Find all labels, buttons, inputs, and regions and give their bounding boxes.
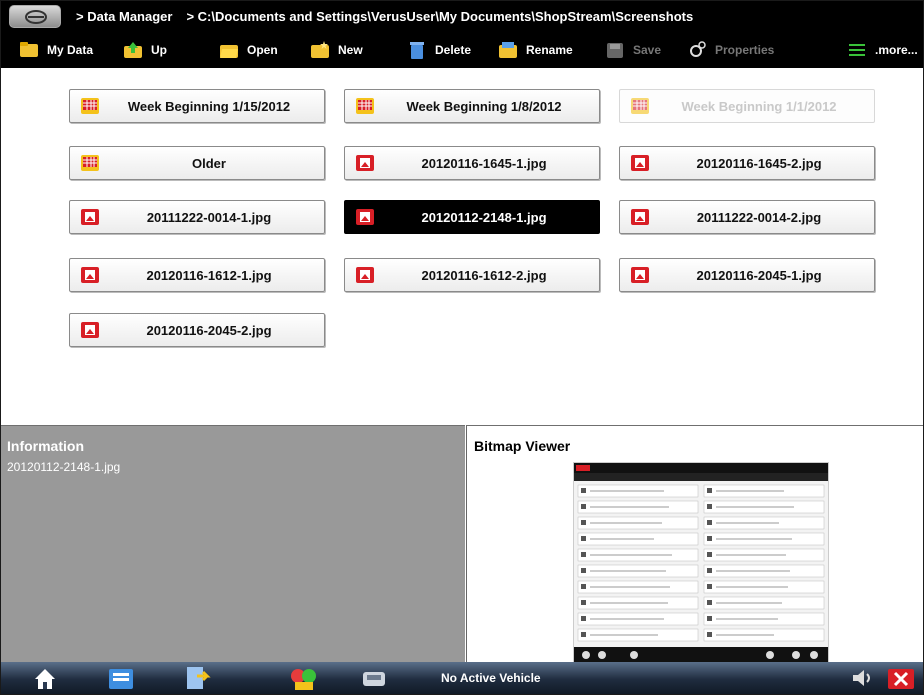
title-bar: > Data Manager > C:\Documents and Setting… (1, 1, 923, 32)
file-label: 20120116-1612-1.jpg (146, 267, 272, 283)
tools-icon (291, 669, 316, 690)
information-heading: Information (7, 438, 84, 454)
image-file-icon (356, 267, 374, 283)
folder-open-icon (220, 45, 238, 58)
save-icon (607, 43, 623, 58)
folder-older[interactable]: Older (69, 146, 325, 180)
file-item-selected[interactable]: 20120112-2148-1.jpg (344, 200, 600, 234)
calendar-icon (81, 98, 99, 114)
breadcrumb-app[interactable]: > Data Manager (76, 9, 172, 24)
file-label: 20120116-2045-2.jpg (146, 322, 272, 338)
file-label: Week Beginning 1/15/2012 (127, 98, 291, 114)
folder-new-icon (311, 41, 329, 58)
delete-label: Delete (435, 43, 472, 57)
home-button[interactable] (31, 664, 59, 692)
image-file-icon (631, 209, 649, 225)
scanner-icon (109, 669, 133, 689)
up-label: Up (151, 43, 167, 57)
trash-icon (410, 42, 424, 59)
rename-icon (499, 42, 517, 58)
calendar-icon (631, 98, 649, 114)
bitmap-viewer-heading: Bitmap Viewer (474, 438, 571, 454)
image-file-icon (81, 267, 99, 283)
file-grid: Week Beginning 1/15/2012 Week Beginning … (1, 68, 923, 425)
exit-button[interactable] (885, 664, 917, 692)
file-item[interactable]: 20120116-1612-2.jpg (344, 258, 600, 292)
image-file-icon (631, 267, 649, 283)
breadcrumb: > Data Manager > C:\Documents and Setting… (76, 9, 693, 24)
file-item[interactable]: 20120116-2045-2.jpg (69, 313, 325, 347)
list-icon (849, 44, 865, 56)
file-label: 20111222-0014-1.jpg (146, 209, 272, 225)
image-file-icon (356, 155, 374, 171)
file-label: 20111222-0014-2.jpg (696, 209, 822, 225)
tools-button[interactable] (287, 664, 321, 692)
my-data-label: My Data (47, 43, 94, 57)
file-item[interactable]: 20120116-1645-2.jpg (619, 146, 875, 180)
file-label: 20120112-2148-1.jpg (421, 209, 547, 225)
file-item[interactable]: 20120116-1612-1.jpg (69, 258, 325, 292)
rename-label: Rename (526, 43, 573, 57)
file-label: Older (192, 155, 226, 171)
folder-icon (20, 42, 38, 57)
folder-week-2012-01-15[interactable]: Week Beginning 1/15/2012 (69, 89, 325, 123)
file-label: 20120116-1612-2.jpg (421, 267, 547, 283)
file-label: 20120116-1645-2.jpg (696, 155, 822, 171)
file-label: Week Beginning 1/1/2012 (681, 98, 837, 114)
folder-up-icon (124, 42, 142, 58)
up-button[interactable]: Up (123, 32, 167, 68)
file-label: Week Beginning 1/8/2012 (406, 98, 562, 114)
file-label: 20120116-2045-1.jpg (696, 267, 822, 283)
exit-icon (888, 669, 914, 689)
bitmap-preview-image[interactable] (573, 462, 829, 664)
bitmap-viewer-panel: Bitmap Viewer (466, 425, 923, 664)
screenshot-thumbnail (574, 463, 828, 663)
vehicle-status: No Active Vehicle (441, 671, 541, 685)
vehicle-icon (363, 672, 385, 686)
file-item[interactable]: 20111222-0014-1.jpg (69, 200, 325, 234)
properties-label: Properties (715, 43, 775, 57)
calendar-icon (81, 155, 99, 171)
new-button[interactable]: New (310, 32, 363, 68)
folder-week-2012-01-08[interactable]: Week Beginning 1/8/2012 (344, 89, 600, 123)
rename-button[interactable]: Rename (498, 32, 573, 68)
data-manager-window: > Data Manager > C:\Documents and Setting… (0, 0, 924, 695)
more-label: .more... (875, 43, 918, 57)
open-label: Open (247, 43, 278, 57)
gear-icon (690, 41, 706, 57)
more-button[interactable]: .more... (847, 32, 918, 68)
snapon-logo[interactable] (9, 5, 61, 28)
file-item[interactable]: 20111222-0014-2.jpg (619, 200, 875, 234)
data-manager-button[interactable] (183, 664, 213, 692)
toolbar: My Data Up Open New Delete Rename Save P… (1, 32, 923, 68)
open-button[interactable]: Open (219, 32, 278, 68)
speaker-icon (853, 670, 870, 686)
file-label: 20120116-1645-1.jpg (421, 155, 547, 171)
file-item[interactable]: 20120116-1645-1.jpg (344, 146, 600, 180)
home-icon (35, 669, 55, 689)
image-file-icon (356, 209, 374, 225)
delete-button[interactable]: Delete (407, 32, 471, 68)
taskbar: No Active Vehicle (1, 662, 923, 694)
logo-icon (25, 10, 47, 24)
information-filename: 20120112-2148-1.jpg (7, 460, 121, 474)
image-file-icon (81, 322, 99, 338)
scanner-button[interactable] (106, 664, 136, 692)
save-button[interactable]: Save (605, 32, 661, 68)
save-label: Save (633, 43, 662, 57)
speaker-button[interactable] (847, 664, 877, 692)
folder-week-2012-01-01[interactable]: Week Beginning 1/1/2012 (619, 89, 875, 123)
image-file-icon (631, 155, 649, 171)
data-manager-icon (187, 667, 211, 689)
my-data-button[interactable]: My Data (19, 32, 93, 68)
information-panel: Information 20120112-2148-1.jpg (1, 425, 465, 663)
file-item[interactable]: 20120116-2045-1.jpg (619, 258, 875, 292)
properties-button[interactable]: Properties (687, 32, 774, 68)
calendar-icon (356, 98, 374, 114)
vehicle-button[interactable] (359, 664, 389, 692)
new-label: New (338, 43, 363, 57)
image-file-icon (81, 209, 99, 225)
breadcrumb-path[interactable]: > C:\Documents and Settings\VerusUser\My… (186, 9, 693, 24)
